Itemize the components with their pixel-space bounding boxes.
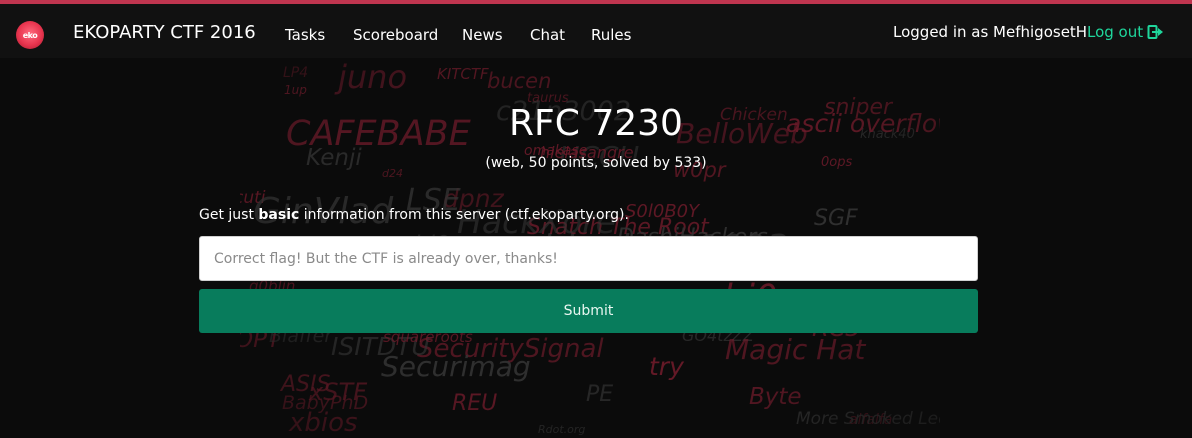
description-bold: basic <box>258 207 300 223</box>
nav-news[interactable]: News <box>462 26 503 44</box>
nav-chat[interactable]: Chat <box>530 26 565 44</box>
description-prefix: Get just <box>199 207 259 223</box>
nav-scoreboard[interactable]: Scoreboard <box>353 26 438 44</box>
logout-link[interactable]: Log out <box>1087 23 1164 41</box>
submit-button[interactable]: Submit <box>199 289 978 333</box>
brand-title[interactable]: EKOPARTY CTF 2016 <box>73 22 256 43</box>
logged-in-user: Logged in as MefhigosetH <box>893 23 1088 41</box>
nav-tasks[interactable]: Tasks <box>285 26 325 44</box>
challenge-description: Get just basic information from this ser… <box>199 207 629 223</box>
flag-input[interactable] <box>199 236 978 281</box>
description-suffix: information from this server (ctf.ekopar… <box>299 207 629 223</box>
logo-text: eko <box>22 30 38 40</box>
ekoparty-logo-icon[interactable]: eko <box>16 21 44 49</box>
top-navbar: eko EKOPARTY CTF 2016 Tasks Scoreboard N… <box>0 4 1192 58</box>
challenge-meta: (web, 50 points, solved by 533) <box>485 155 707 171</box>
logout-label: Log out <box>1087 23 1144 41</box>
nav-rules[interactable]: Rules <box>591 26 631 44</box>
challenge-title: RFC 7230 <box>509 103 683 144</box>
logout-icon <box>1147 25 1164 39</box>
